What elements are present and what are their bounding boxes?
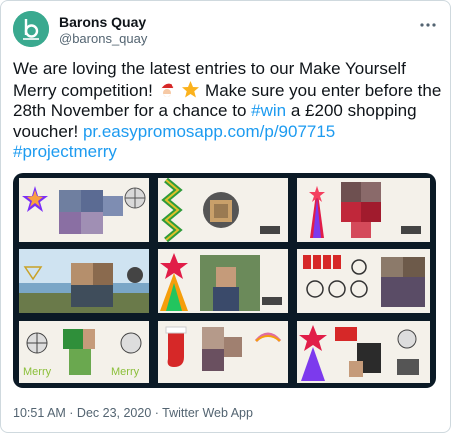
avatar[interactable]: [13, 11, 49, 47]
tweet-card: Barons Quay @barons_quay We are loving t…: [0, 0, 451, 433]
tweet-text: We are loving the latest entries to our …: [13, 59, 443, 163]
entry-tile: [297, 321, 430, 383]
entry-tile: [297, 249, 430, 313]
star-decoration-icon: [22, 186, 146, 234]
tweet-timestamp[interactable]: 10:51 AM · Dec 23, 2020 · Twitter Web Ap…: [13, 406, 253, 420]
user-handle[interactable]: @barons_quay: [59, 31, 147, 46]
entry-tile: [158, 249, 288, 313]
barons-quay-logo-icon: [13, 11, 49, 47]
more-icon[interactable]: [418, 15, 438, 35]
entry-tile: [158, 321, 288, 383]
santa-emoji-icon: [158, 80, 177, 99]
entry-tile: Merry Merry: [19, 321, 149, 383]
display-name[interactable]: Barons Quay: [59, 14, 146, 30]
star-emoji-icon: [181, 80, 200, 99]
entry-tile: [19, 178, 149, 242]
tweet-header: Barons Quay @barons_quay: [13, 9, 440, 49]
svg-text:Merry: Merry: [111, 366, 140, 378]
promo-url-link[interactable]: pr.easypromosapp.com/p/907715: [83, 122, 335, 141]
hashtag-win-link[interactable]: #win: [251, 101, 286, 120]
media-image[interactable]: Merry Merry: [13, 173, 436, 388]
svg-text:Merry: Merry: [23, 366, 52, 378]
entry-tile: [19, 249, 149, 313]
entry-tile: [297, 178, 430, 242]
hashtag-projectmerry-link[interactable]: #projectmerry: [13, 142, 117, 161]
entry-tile: [158, 178, 288, 242]
